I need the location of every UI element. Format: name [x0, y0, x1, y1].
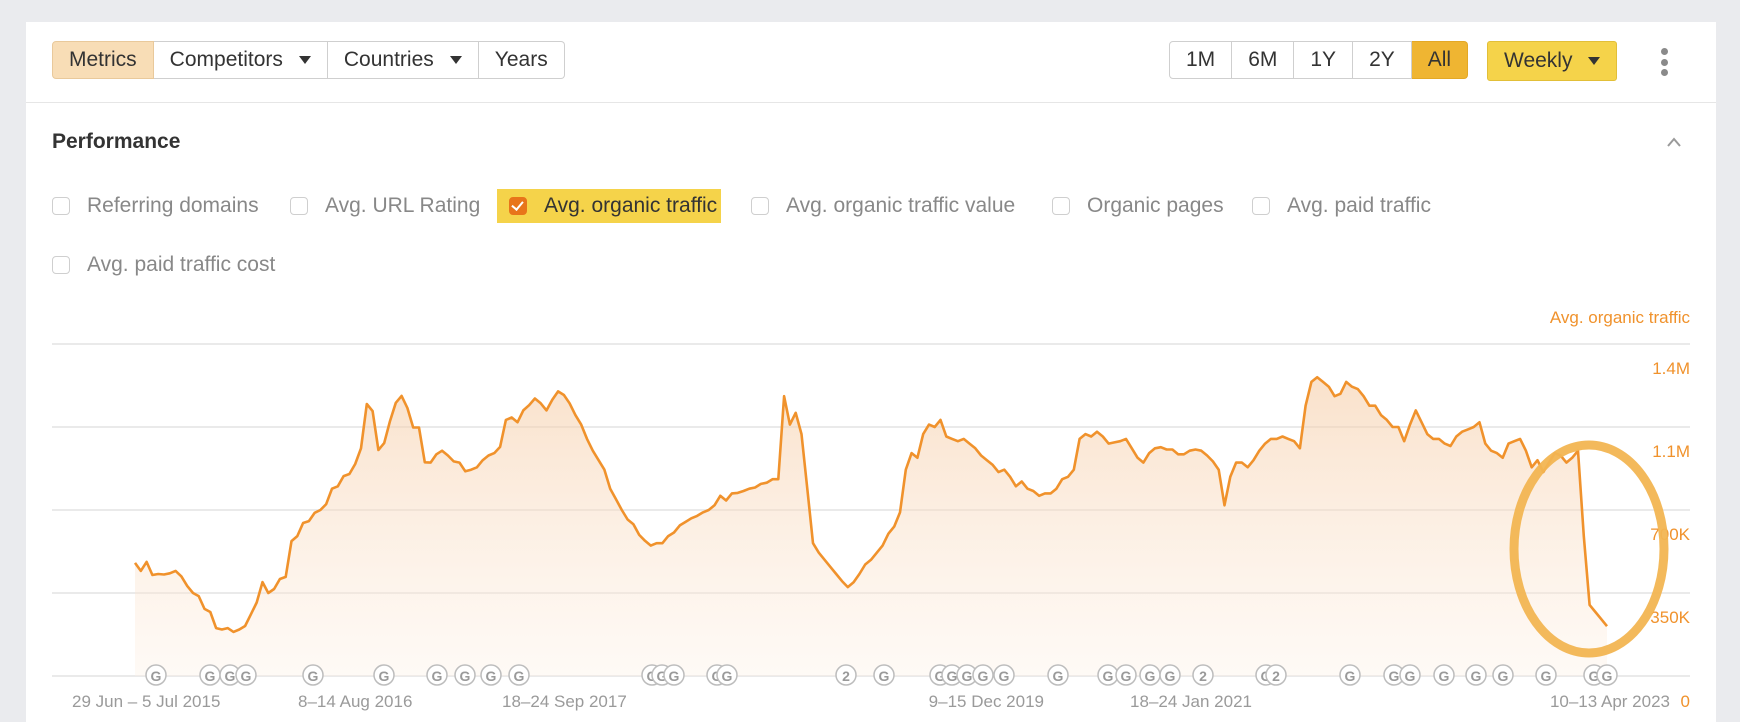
- svg-text:G: G: [1498, 668, 1509, 684]
- svg-text:G: G: [308, 668, 319, 684]
- google-update-marker[interactable]: G: [1159, 664, 1181, 686]
- svg-text:G: G: [205, 668, 216, 684]
- y-tick-label: 1.1M: [1652, 442, 1690, 461]
- google-update-marker[interactable]: G: [199, 664, 221, 686]
- google-update-marker[interactable]: G: [1596, 664, 1618, 686]
- y-tick-label: 700K: [1650, 525, 1690, 544]
- google-update-marker[interactable]: G: [972, 664, 994, 686]
- svg-text:G: G: [1405, 668, 1416, 684]
- svg-text:G: G: [1121, 668, 1132, 684]
- x-tick-label: 18–24 Jan 2021: [1130, 692, 1252, 711]
- google-update-marker[interactable]: G: [1339, 664, 1361, 686]
- google-update-marker[interactable]: G: [508, 664, 530, 686]
- svg-text:G: G: [999, 668, 1010, 684]
- x-tick-label: 10–13 Apr 2023: [1550, 692, 1670, 711]
- x-tick-label: 29 Jun – 5 Jul 2015: [72, 692, 220, 711]
- svg-text:G: G: [225, 668, 236, 684]
- svg-text:G: G: [1165, 668, 1176, 684]
- x-tick-label: 9–15 Dec 2019: [929, 692, 1044, 711]
- x-tick-label: 18–24 Sep 2017: [502, 692, 627, 711]
- svg-text:G: G: [947, 668, 958, 684]
- svg-text:G: G: [486, 668, 497, 684]
- multi-update-marker[interactable]: 2: [1192, 664, 1214, 686]
- svg-text:G: G: [1053, 668, 1064, 684]
- svg-text:G: G: [962, 668, 973, 684]
- svg-text:2: 2: [1199, 668, 1207, 684]
- series-area: [135, 377, 1607, 676]
- google-update-marker[interactable]: G: [1047, 664, 1069, 686]
- multi-update-marker[interactable]: 2: [835, 664, 857, 686]
- google-update-marker[interactable]: G: [373, 664, 395, 686]
- svg-text:G: G: [1389, 668, 1400, 684]
- google-update-marker[interactable]: G: [1399, 664, 1421, 686]
- google-update-marker[interactable]: G: [873, 664, 895, 686]
- google-update-marker[interactable]: G: [1535, 664, 1557, 686]
- svg-text:G: G: [1439, 668, 1450, 684]
- y-tick-label: 1.4M: [1652, 359, 1690, 378]
- google-update-marker[interactable]: G: [145, 664, 167, 686]
- google-update-marker[interactable]: G: [1115, 664, 1137, 686]
- x-tick-label: 8–14 Aug 2016: [298, 692, 412, 711]
- series-label: Avg. organic traffic: [1550, 308, 1691, 327]
- svg-text:G: G: [978, 668, 989, 684]
- traffic-chart: Avg. organic traffic 1.4M 1.1M 700K 350K 0 G…: [52, 308, 1691, 711]
- svg-text:G: G: [460, 668, 471, 684]
- google-update-marker[interactable]: G: [480, 664, 502, 686]
- google-update-marker[interactable]: G: [993, 664, 1015, 686]
- svg-text:G: G: [151, 668, 162, 684]
- google-update-marker[interactable]: G: [302, 664, 324, 686]
- svg-text:2: 2: [842, 668, 850, 684]
- google-update-marker[interactable]: G: [716, 664, 738, 686]
- svg-text:G: G: [241, 668, 252, 684]
- google-update-marker[interactable]: G: [454, 664, 476, 686]
- svg-text:G: G: [1602, 668, 1613, 684]
- svg-text:2: 2: [1272, 668, 1280, 684]
- y-tick-label: 350K: [1650, 608, 1690, 627]
- svg-text:G: G: [722, 668, 733, 684]
- google-update-marker[interactable]: G: [1139, 664, 1161, 686]
- google-update-marker[interactable]: G: [663, 664, 685, 686]
- svg-text:G: G: [1471, 668, 1482, 684]
- google-update-marker[interactable]: G: [1097, 664, 1119, 686]
- svg-text:G: G: [514, 668, 525, 684]
- svg-text:G: G: [1345, 668, 1356, 684]
- google-update-marker[interactable]: G: [1465, 664, 1487, 686]
- svg-text:G: G: [669, 668, 680, 684]
- google-update-marker[interactable]: G: [235, 664, 257, 686]
- multi-update-marker[interactable]: 2: [1265, 664, 1287, 686]
- svg-text:G: G: [379, 668, 390, 684]
- google-update-marker[interactable]: G: [1433, 664, 1455, 686]
- svg-text:G: G: [1103, 668, 1114, 684]
- y-tick-label: 0: [1681, 692, 1690, 711]
- svg-text:G: G: [432, 668, 443, 684]
- google-update-marker[interactable]: G: [426, 664, 448, 686]
- svg-text:G: G: [1145, 668, 1156, 684]
- svg-text:G: G: [1541, 668, 1552, 684]
- google-update-marker[interactable]: G: [1492, 664, 1514, 686]
- svg-text:G: G: [879, 668, 890, 684]
